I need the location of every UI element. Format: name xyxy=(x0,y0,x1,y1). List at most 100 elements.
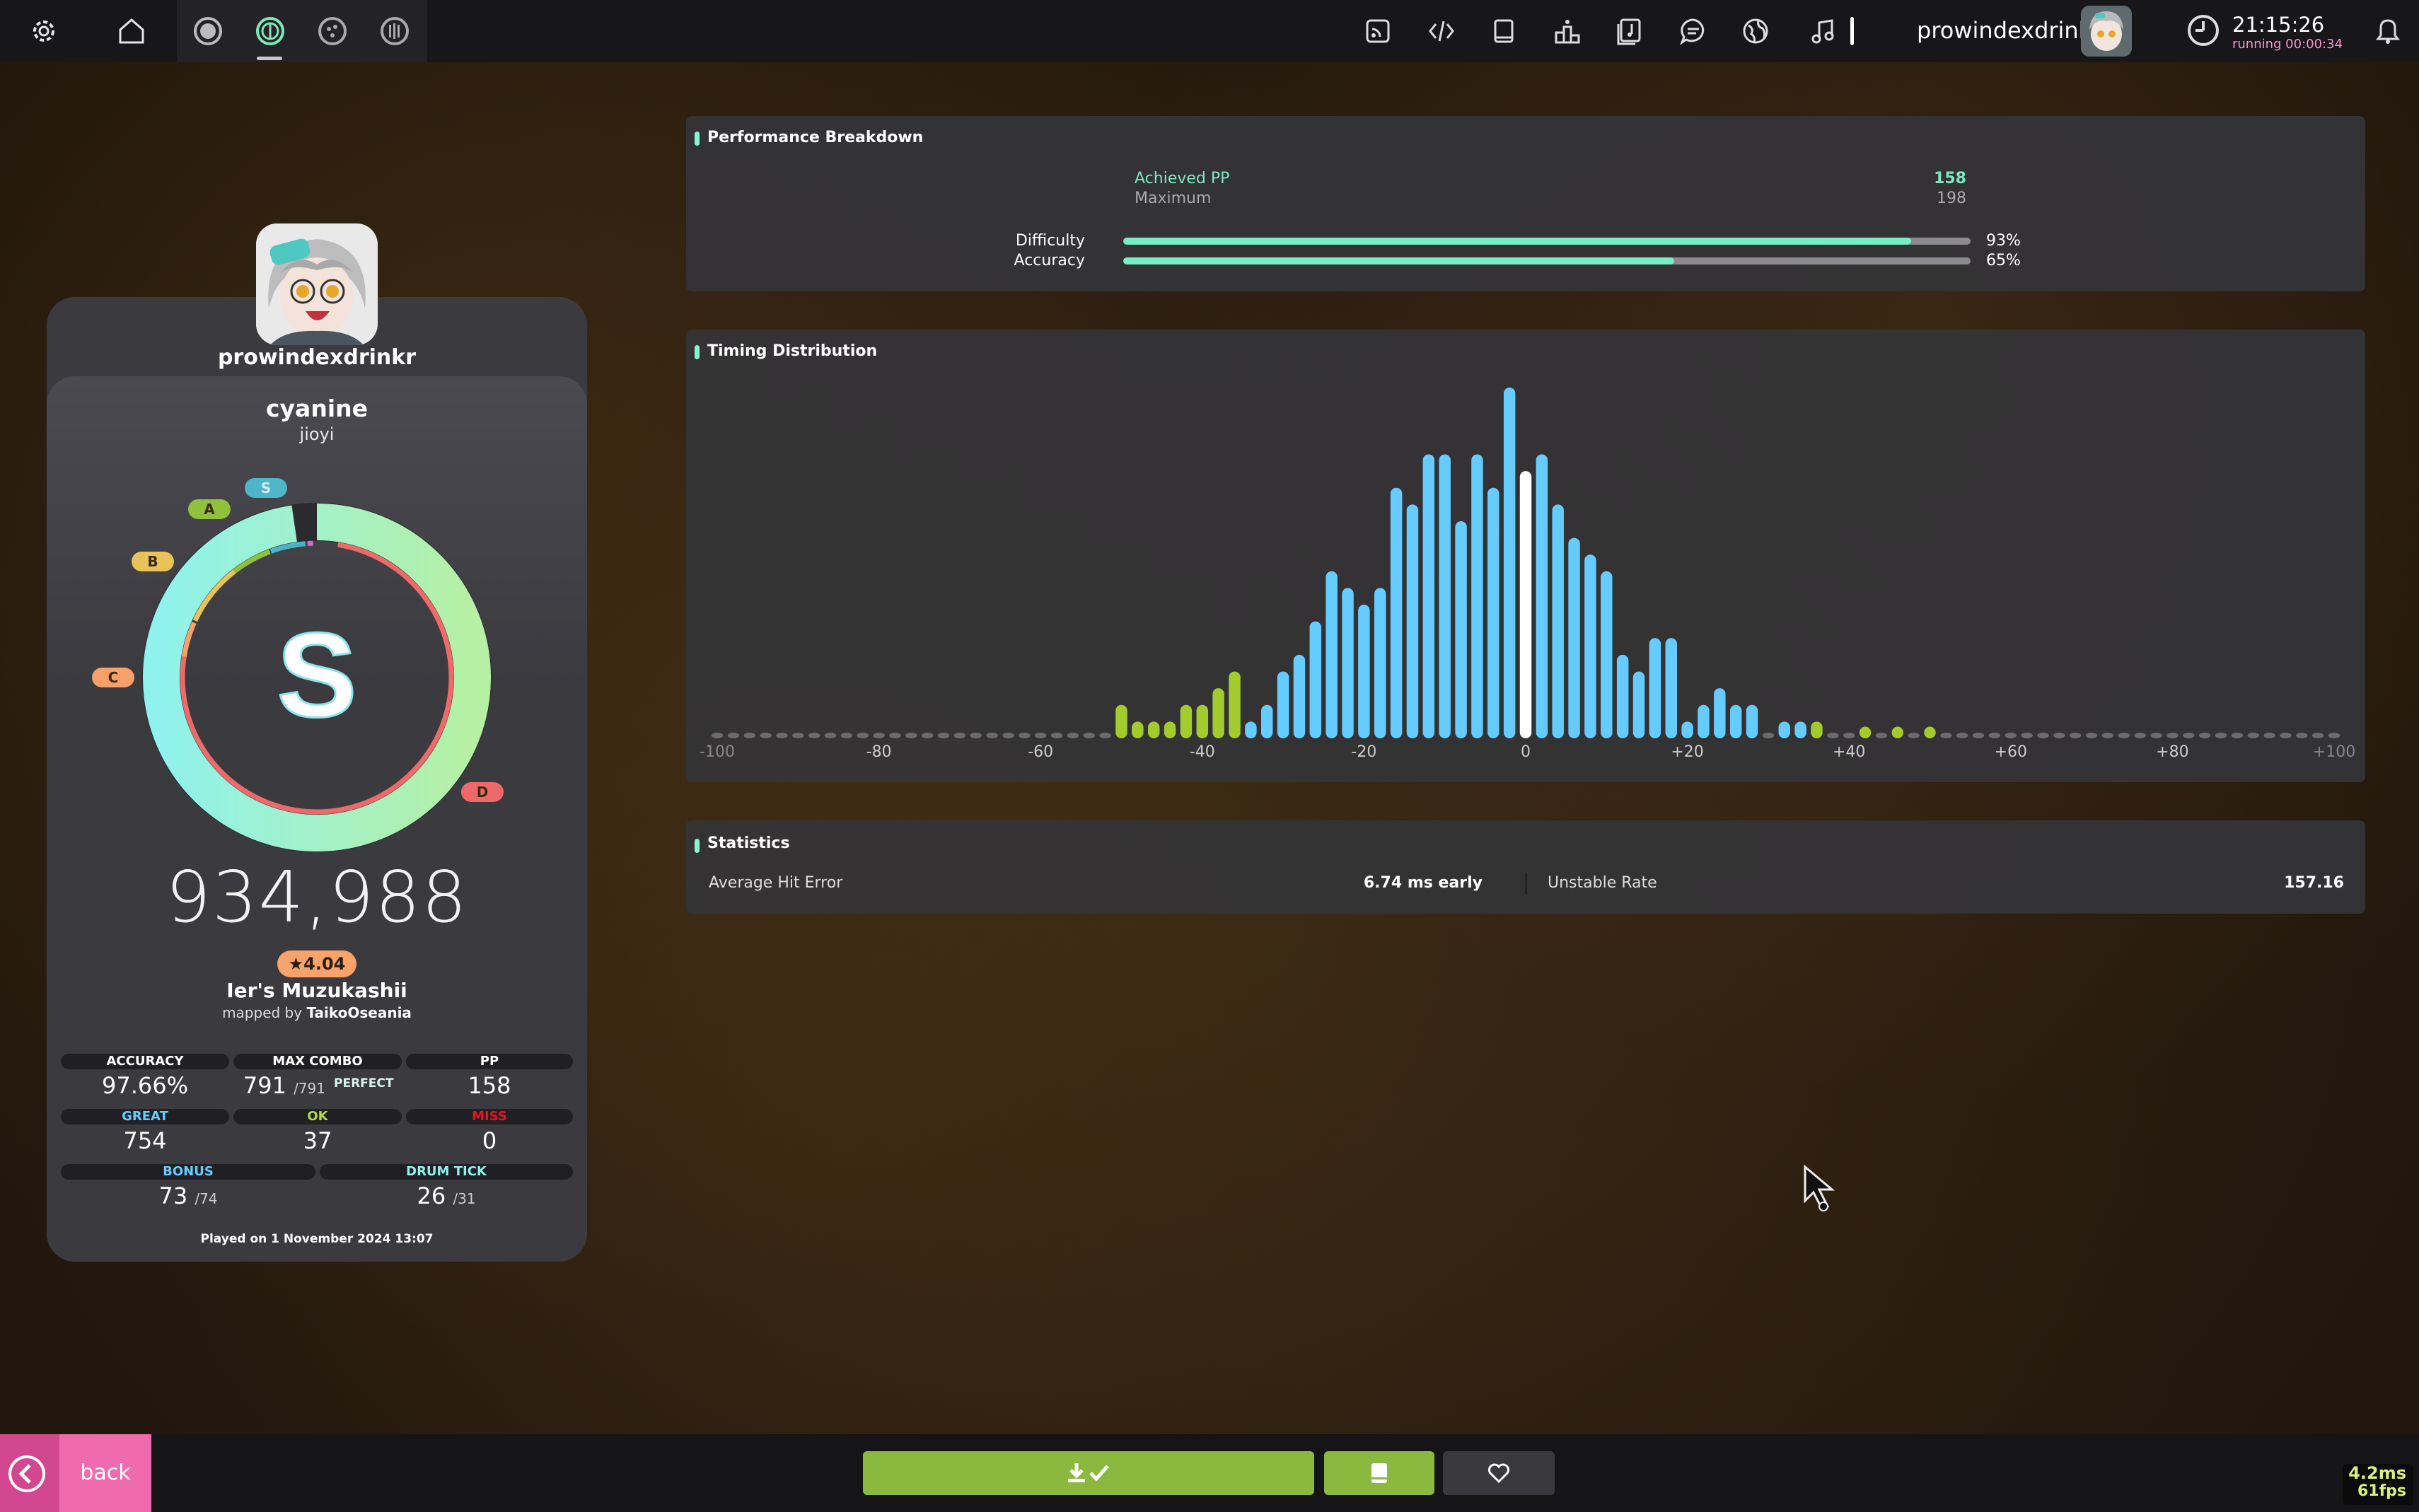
timing-bar xyxy=(1794,721,1806,738)
timing-bar xyxy=(1050,733,1063,738)
timing-tick-label: +20 xyxy=(1671,743,1703,761)
timing-bar xyxy=(776,733,788,738)
timing-bar xyxy=(2166,733,2179,738)
timing-bar xyxy=(1261,704,1273,738)
timing-bar xyxy=(1067,733,1079,738)
unstable-rate-value: 157.16 xyxy=(2284,874,2344,892)
changelog-icon[interactable] xyxy=(1416,6,1467,57)
timing-bar xyxy=(2231,733,2244,738)
toolbar-avatar[interactable] xyxy=(2081,6,2132,57)
timing-bar xyxy=(2005,733,2017,738)
mapped-by-label: mapped by xyxy=(222,1004,303,1021)
chat-icon[interactable] xyxy=(1668,6,1719,57)
timing-bar xyxy=(727,733,740,738)
player-name[interactable]: prowindexdrinkr xyxy=(47,345,587,370)
timing-bar xyxy=(1536,454,1548,738)
bonus-total: /74 xyxy=(195,1190,218,1207)
timing-tick-label: +40 xyxy=(1833,743,1865,761)
timing-bar xyxy=(2296,733,2308,738)
settings-icon[interactable] xyxy=(18,6,69,57)
timing-bar xyxy=(1698,704,1710,738)
download-replay-button[interactable] xyxy=(863,1451,1314,1495)
mapper-line: mapped by TaikoOseania xyxy=(47,1004,587,1021)
dashboard-icon[interactable] xyxy=(1730,6,1781,57)
view-beatmap-button[interactable] xyxy=(1324,1451,1434,1495)
notifications-icon[interactable] xyxy=(2362,6,2413,57)
news-icon[interactable] xyxy=(1352,6,1403,57)
timing-bar xyxy=(873,733,885,738)
book-icon xyxy=(1371,1463,1387,1483)
difficulty-percent: 93% xyxy=(1986,232,2021,250)
timing-bar xyxy=(1552,504,1564,738)
timing-tick-label: -100 xyxy=(700,743,735,761)
timing-bar xyxy=(1132,721,1144,738)
timing-bar xyxy=(1455,521,1467,738)
clock-running: running 00:00:34 xyxy=(2232,37,2343,52)
fps-value: 61fps xyxy=(2357,1482,2406,1500)
timing-bar xyxy=(2070,733,2082,738)
timing-bar xyxy=(2263,733,2275,738)
mapper-name[interactable]: TaikoOseania xyxy=(306,1004,411,1021)
timing-bar xyxy=(1503,388,1516,738)
beatmap-title: cyanine xyxy=(265,395,369,422)
timing-bar xyxy=(1180,704,1193,738)
rank-pill-c: C xyxy=(92,668,134,687)
player-avatar[interactable] xyxy=(256,223,378,345)
bonus-number: 73 xyxy=(158,1182,188,1209)
taiko-ruleset-icon[interactable] xyxy=(245,6,296,57)
catch-ruleset-icon[interactable] xyxy=(307,6,358,57)
clock-time[interactable]: 21:15:26 xyxy=(2232,13,2324,37)
timing-bar xyxy=(857,733,869,738)
ok-header: OK xyxy=(233,1109,402,1124)
timing-bar xyxy=(1827,733,1839,738)
timing-bar xyxy=(1956,733,1968,738)
timing-bar xyxy=(792,733,804,738)
beatmap-artist: jioyi xyxy=(299,424,335,444)
maximum-pp-value: 198 xyxy=(1937,190,1966,207)
max-combo-header: MAX COMBO xyxy=(233,1054,402,1069)
rankings-icon[interactable] xyxy=(1542,6,1593,57)
mania-ruleset-icon[interactable] xyxy=(369,6,420,57)
osu-ruleset-icon[interactable] xyxy=(182,6,233,57)
timing-tick-label: -60 xyxy=(1028,743,1053,761)
played-date: Played on 1 November 2024 13:07 xyxy=(200,1232,434,1246)
timing-bar xyxy=(1988,733,2001,738)
favourite-button[interactable] xyxy=(1443,1451,1555,1495)
timing-bar xyxy=(1746,704,1758,738)
toolbar: prowindexdrinkr 21:15:26 running 00:00:3… xyxy=(0,0,2419,62)
beatmap-listing-icon[interactable] xyxy=(1604,6,1655,57)
home-icon[interactable] xyxy=(106,6,157,57)
timing-bar xyxy=(889,733,901,738)
wiki-icon[interactable] xyxy=(1478,6,1529,57)
fps-counter: 4.2ms 61fps xyxy=(2343,1464,2413,1505)
rank-pill-s: S xyxy=(245,478,287,498)
timing-bar xyxy=(1439,454,1451,738)
back-button[interactable]: back xyxy=(0,1434,151,1512)
timing-bar xyxy=(2183,733,2195,738)
avg-hit-error-label: Average Hit Error xyxy=(709,874,843,892)
clock-icon[interactable] xyxy=(2186,13,2221,48)
frame-time: 4.2ms xyxy=(2348,1463,2406,1483)
download-check-icon xyxy=(1068,1463,1109,1482)
timing-bar xyxy=(824,733,837,738)
timing-bar xyxy=(1924,726,1936,738)
timing-bar xyxy=(1487,487,1499,738)
timing-bar xyxy=(2118,733,2130,738)
timing-bar xyxy=(2021,733,2033,738)
timing-bar xyxy=(1875,733,1888,738)
difficulty-bar-fill xyxy=(1123,238,1912,245)
timing-bar xyxy=(1859,726,1872,738)
timing-bar xyxy=(1196,704,1209,738)
timing-bar xyxy=(711,733,724,738)
accuracy-label: Accuracy xyxy=(1014,252,1085,269)
now-playing-icon[interactable] xyxy=(1798,6,1849,57)
timing-bar xyxy=(921,733,934,738)
timing-bar xyxy=(1019,733,1031,738)
timing-bar xyxy=(1632,671,1645,738)
drum-tick-total: /31 xyxy=(453,1190,476,1207)
toolbar-separator xyxy=(1850,17,1854,45)
timing-bar xyxy=(760,733,772,738)
toolbar-username[interactable]: prowindexdrinkr xyxy=(1917,17,2101,44)
rank-pill-d: D xyxy=(461,782,504,802)
timing-bar xyxy=(1390,487,1403,738)
